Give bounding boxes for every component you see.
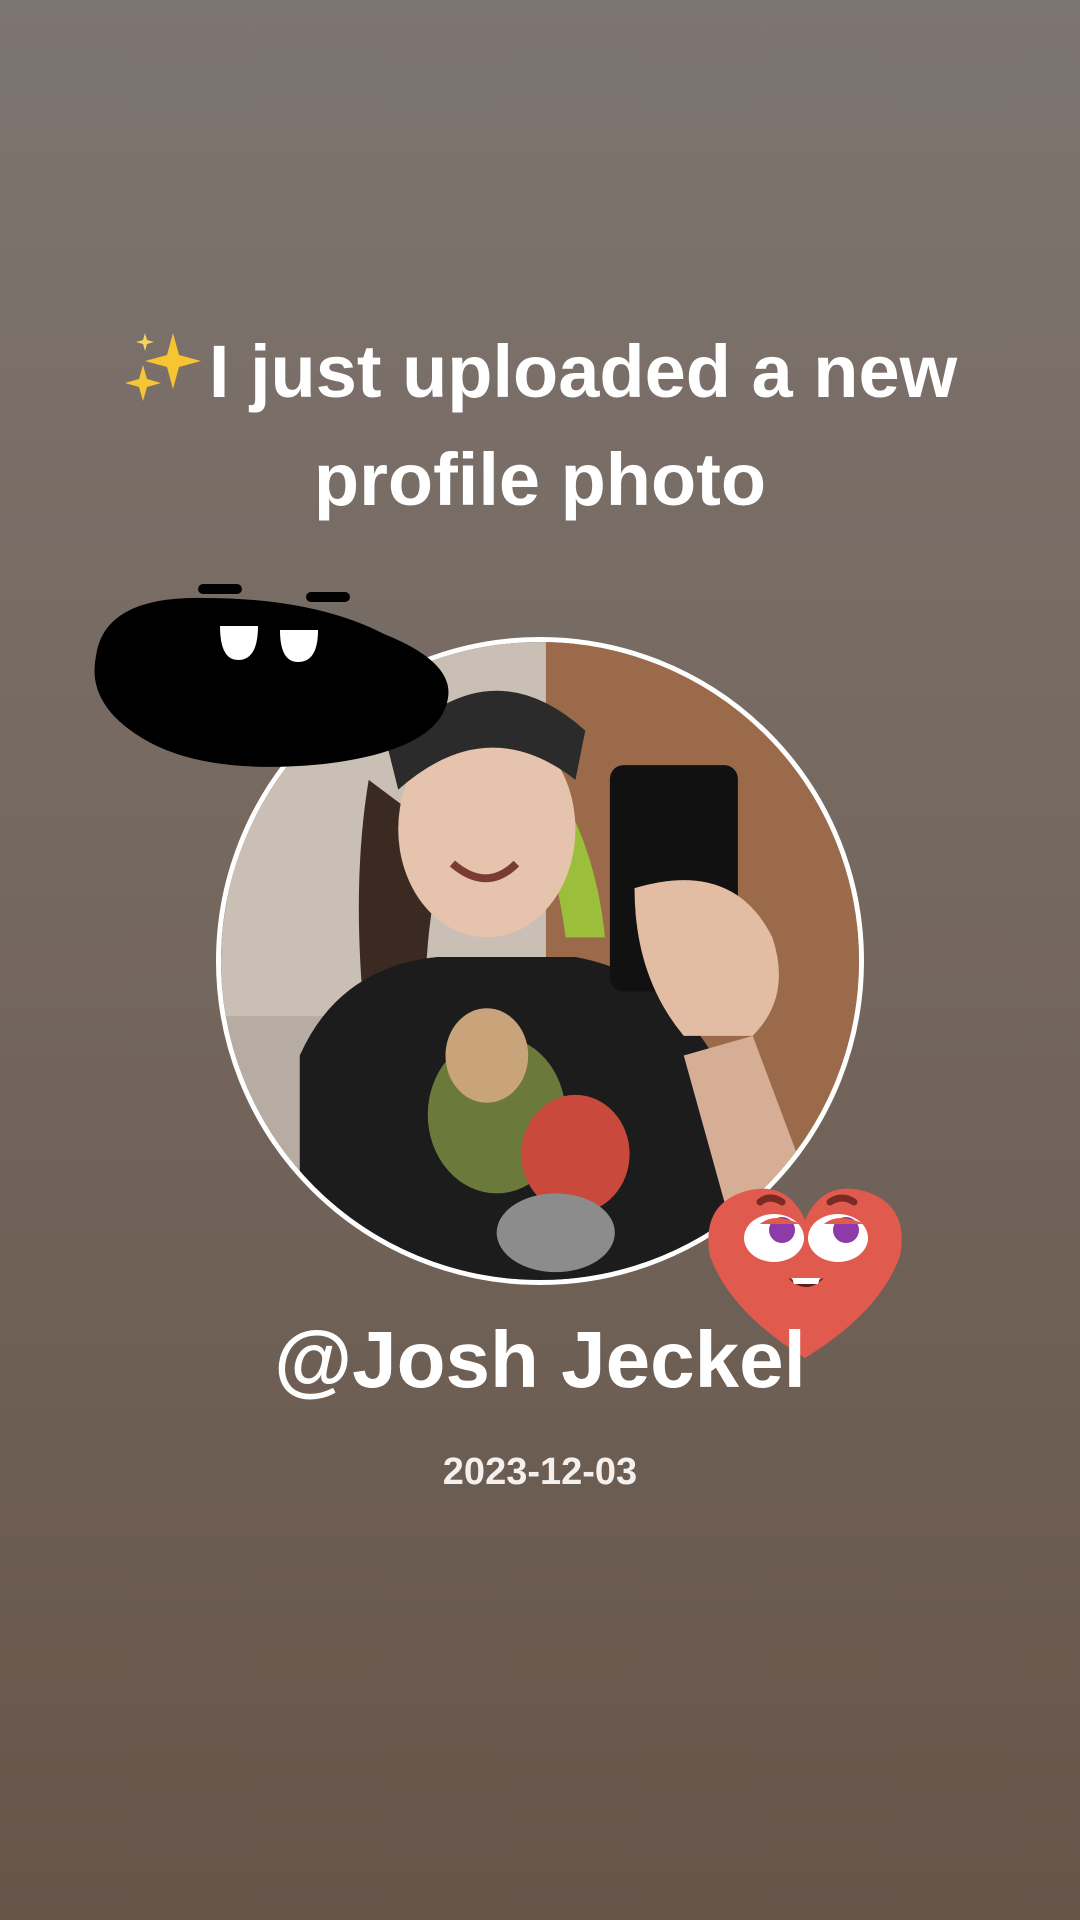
username[interactable]: @Josh Jeckel	[0, 1310, 1080, 1410]
headline-text: I just uploaded a new profile photo	[208, 330, 958, 521]
sparkles-icon	[123, 324, 207, 401]
headline: I just uploaded a new profile photo	[90, 318, 990, 534]
smiling-blob-sticker	[94, 584, 449, 767]
post-date: 2023-12-03	[442, 1451, 638, 1493]
